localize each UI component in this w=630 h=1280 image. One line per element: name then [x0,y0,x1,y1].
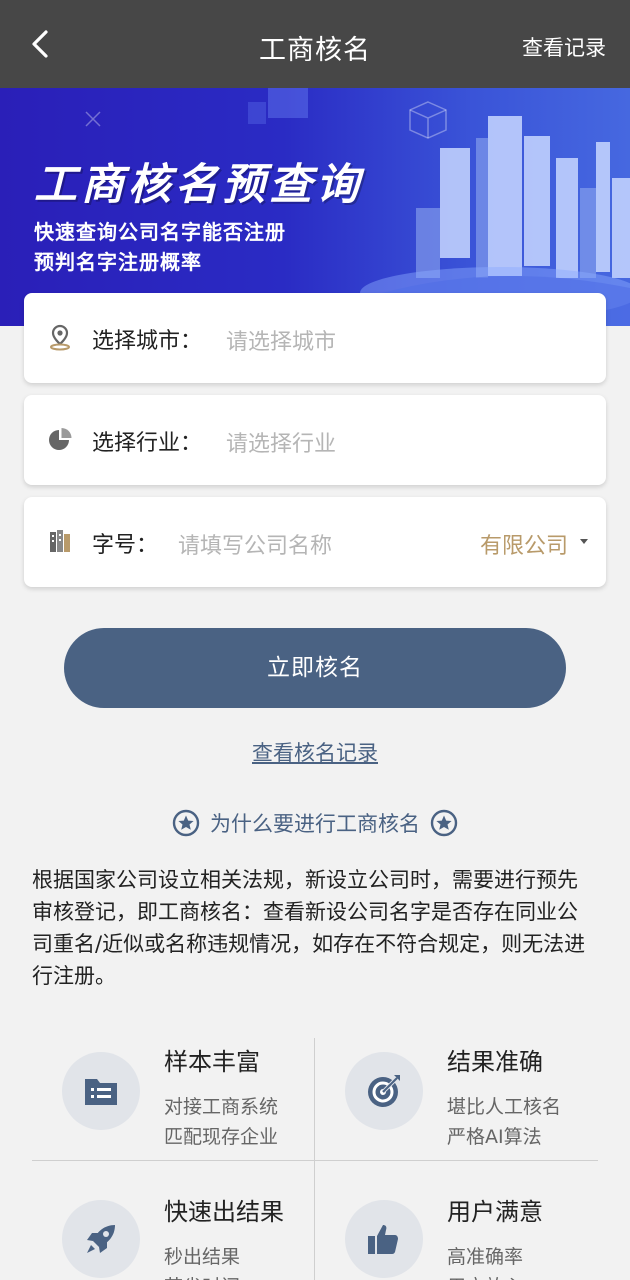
feature-desc-1: 堪比人工核名 [447,1096,562,1118]
feature-desc-2: 用户放心 [447,1272,523,1280]
company-name-input[interactable]: 请填写公司名称 [178,528,332,560]
features-grid: 样本丰富 对接工商系统 匹配现存企业 结果准确 堪比人工核名 严格AI算法 快速… [32,1038,598,1280]
feature-icon-circle [62,1200,140,1278]
name-history-link-row: 查看核名记录 [0,737,630,767]
banner-subtitle-2: 预判名字注册概率 [34,250,202,274]
feature-desc-2: 节省时间 [164,1272,240,1280]
feature-title: 样本丰富 [164,1048,260,1076]
feature-item: 快速出结果 秒出结果 节省时间 [32,1188,314,1280]
feature-item: 用户满意 高准确率 用户放心 [315,1188,597,1280]
check-name-button[interactable]: 立即核名 [64,628,566,708]
rocket-icon [87,1225,115,1253]
company-name-field[interactable]: 字号： 请填写公司名称 有限公司 [24,497,606,587]
feature-title: 结果准确 [447,1048,543,1076]
banner-subtitle-1: 快速查询公司名字能否注册 [34,220,286,244]
star-badge-icon [430,809,458,837]
star-badge-icon [172,809,200,837]
feature-icon-circle [345,1052,423,1130]
company-type-select[interactable]: 有限公司 [480,528,568,560]
pie-chart-icon [49,428,72,450]
thumbs-up-icon [368,1225,398,1254]
caret-down-icon[interactable] [580,539,588,544]
grid-divider-horizontal [32,1160,598,1161]
promo-banner: 工商核名预查询 快速查询公司名字能否注册 预判名字注册概率 [0,88,630,326]
building-icon [50,530,70,552]
feature-item: 样本丰富 对接工商系统 匹配现存企业 [32,1038,314,1160]
name-history-link[interactable]: 查看核名记录 [252,741,378,765]
industry-placeholder: 请选择行业 [226,432,337,457]
company-name-label: 字号： [92,533,159,558]
city-placeholder: 请选择城市 [226,330,337,355]
feature-desc-2: 严格AI算法 [447,1126,542,1148]
industry-label: 选择行业： [92,431,203,456]
feature-desc-2: 匹配现存企业 [164,1126,279,1148]
top-bar: 工商核名 查看记录 [0,0,630,88]
city-select-field[interactable]: 选择城市： 请选择城市 [24,293,606,383]
feature-title: 快速出结果 [164,1198,284,1226]
target-icon [368,1075,400,1107]
list-card-icon [85,1079,117,1105]
app-root: 工商核名 查看记录 工商核名预查询 快速查询公司名字能否注册 预判名字注册概率 … [0,0,630,1280]
feature-icon-circle [345,1200,423,1278]
city-label: 选择城市： [92,329,203,354]
feature-desc-1: 对接工商系统 [164,1096,279,1118]
why-title: 为什么要进行工商核名 [210,812,420,836]
feature-title: 用户满意 [447,1198,543,1226]
feature-icon-circle [62,1052,140,1130]
location-pin-icon [50,324,70,351]
view-records-link[interactable]: 查看记录 [522,32,606,62]
why-heading: 为什么要进行工商核名 [0,808,630,838]
feature-desc-1: 秒出结果 [164,1246,241,1268]
industry-select-field[interactable]: 选择行业： 请选择行业 [24,395,606,485]
banner-title: 工商核名预查询 [34,160,363,210]
description-text: 根据国家公司设立相关法规，新设立公司时，需要进行预先审核登记，即工商核名：查看新… [32,868,586,988]
feature-desc-1: 高准确率 [447,1246,524,1268]
feature-item: 结果准确 堪比人工核名 严格AI算法 [315,1038,597,1160]
